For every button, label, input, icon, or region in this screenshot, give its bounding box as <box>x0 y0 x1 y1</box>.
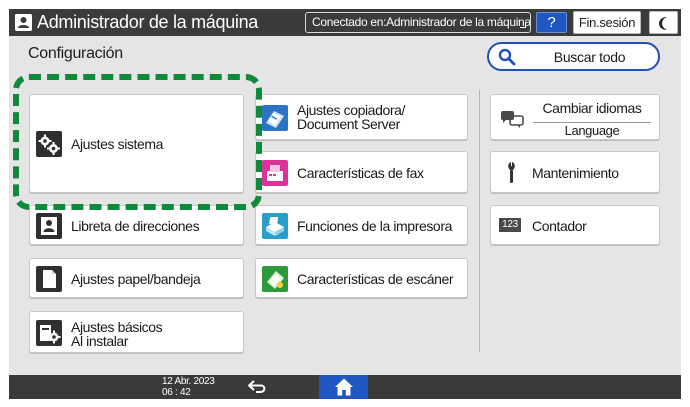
energy-saver-button[interactable] <box>649 11 678 34</box>
connection-status-text: Conectado en:Administrador de la máquina <box>312 15 531 29</box>
tile-label-line1: Ajustes copiadora/ <box>297 102 405 118</box>
language-icon <box>501 111 524 128</box>
tile-label: Contador <box>532 218 587 234</box>
connection-status-button[interactable]: Conectado en:Administrador de la máquina <box>305 12 531 33</box>
tile-paper-tray[interactable]: Ajustes papel/bandeja <box>29 258 244 298</box>
highlight-dashed-frame <box>13 74 262 210</box>
tile-label: Características de fax <box>297 165 424 181</box>
admin-user-icon <box>15 14 32 31</box>
logout-button[interactable]: Fin.sesión <box>573 11 641 34</box>
window-title: Administrador de la máquina <box>37 12 259 32</box>
date-text: 12 Abr. 2023 <box>162 376 215 387</box>
bottom-bar: 12 Abr. 2023 06 : 42 <box>9 375 681 399</box>
tile-label-line1: Ajustes básicos <box>71 319 163 335</box>
tile-address-book[interactable]: Libreta de direcciones <box>29 205 244 245</box>
fax-icon <box>262 160 288 186</box>
tile-change-language[interactable]: Cambiar idiomas Language <box>490 94 660 140</box>
search-all-button[interactable]: Buscar todo <box>487 42 660 71</box>
address-book-icon <box>36 213 62 239</box>
tile-label-line2: Language <box>564 123 620 138</box>
scanner-icon <box>262 266 288 292</box>
wrench-icon <box>508 162 515 183</box>
settings-panel: Configuración Buscar todo Ajustes sistem… <box>9 36 681 375</box>
tile-label: Ajustes básicos Al instalar <box>71 319 163 349</box>
tile-label-line2: Al instalar <box>71 333 129 349</box>
back-arrow-icon[interactable] <box>247 378 269 396</box>
corner-indicator-icon <box>520 22 526 28</box>
home-icon <box>335 378 353 396</box>
moon-icon <box>659 17 667 30</box>
tile-label: Funciones de la impresora <box>297 218 452 234</box>
tile-counter[interactable]: 123 Contador <box>490 205 660 245</box>
paper-tray-icon <box>36 266 62 292</box>
home-button[interactable] <box>319 375 368 399</box>
top-bar: Administrador de la máquina Conectado en… <box>9 9 681 36</box>
column-divider <box>479 90 480 352</box>
tile-label: Libreta de direcciones <box>71 218 200 234</box>
tile-label-line2: Document Server <box>297 116 400 132</box>
initial-setup-icon <box>36 320 62 346</box>
tile-label: Mantenimiento <box>532 165 619 181</box>
tile-label: Ajustes copiadora/ Document Server <box>297 103 405 131</box>
copier-icon <box>262 105 288 131</box>
time-text: 06 : 42 <box>162 387 191 398</box>
tile-label-line1: Cambiar idiomas <box>542 100 642 116</box>
tile-maintenance[interactable]: Mantenimiento <box>490 151 660 193</box>
printer-icon <box>262 213 288 239</box>
tile-label: Ajustes papel/bandeja <box>71 271 201 287</box>
tile-initial-setup[interactable]: Ajustes básicos Al instalar <box>29 311 244 353</box>
tile-fax-features[interactable]: Características de fax <box>255 151 468 193</box>
tile-printer-functions[interactable]: Funciones de la impresora <box>255 205 468 245</box>
search-all-label: Buscar todo <box>553 49 626 65</box>
tile-scanner-features[interactable]: Características de escáner <box>255 258 468 298</box>
counter-icon: 123 <box>499 218 521 232</box>
help-button[interactable]: ? <box>536 12 567 33</box>
page-title: Configuración <box>28 45 123 62</box>
datetime: 12 Abr. 2023 06 : 42 <box>162 376 215 398</box>
tile-copier-settings[interactable]: Ajustes copiadora/ Document Server <box>255 94 468 140</box>
tile-label: Características de escáner <box>297 271 454 287</box>
search-icon <box>498 48 516 66</box>
